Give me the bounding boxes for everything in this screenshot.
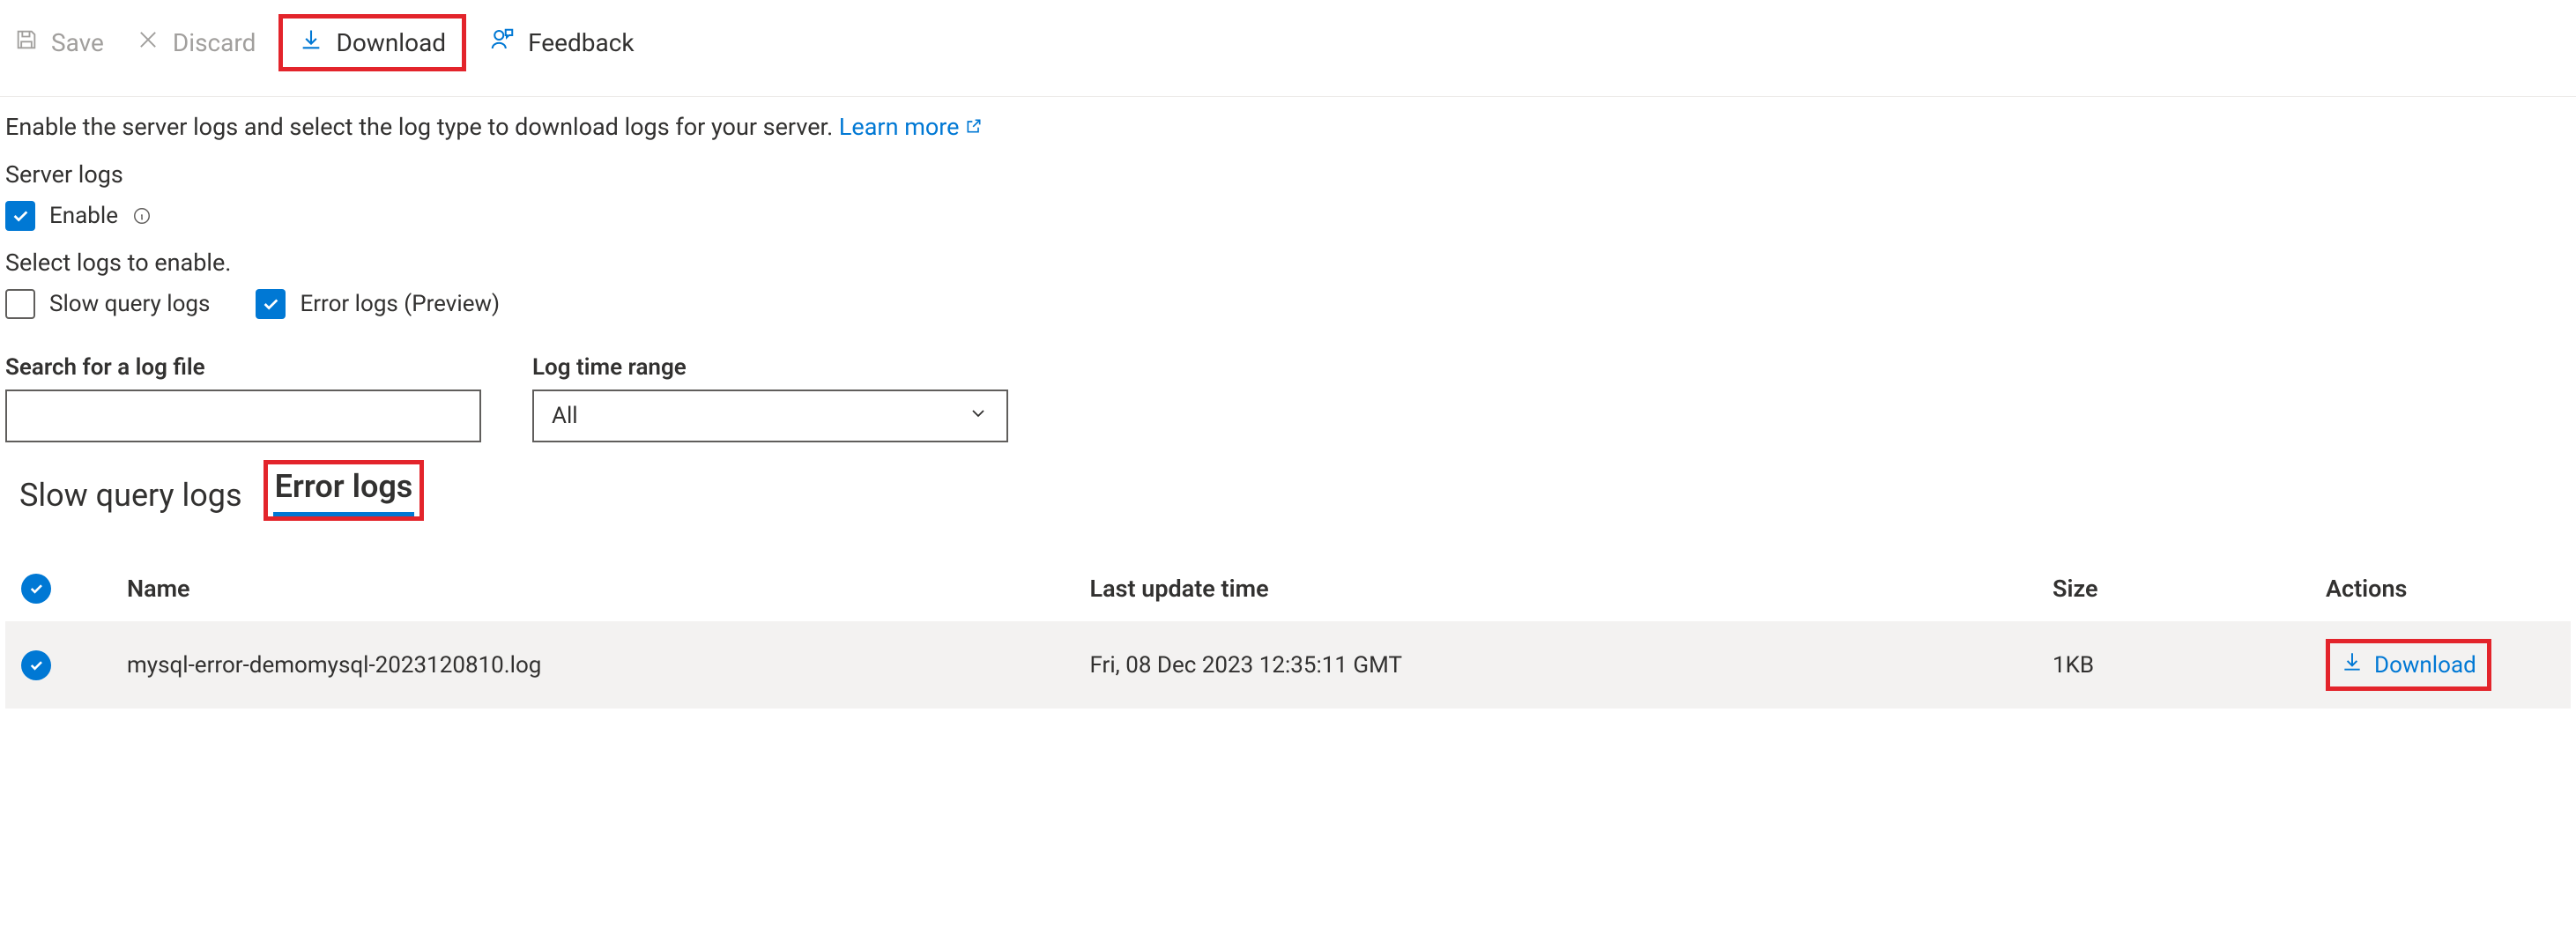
time-range-label: Log time range	[532, 354, 1008, 381]
intro-text-row: Enable the server logs and select the lo…	[5, 113, 2571, 141]
learn-more-link[interactable]: Learn more	[839, 113, 983, 141]
tab-error-highlight: Error logs	[264, 460, 425, 521]
download-icon	[299, 27, 323, 58]
select-all-indicator[interactable]	[21, 574, 51, 604]
intro-text: Enable the server logs and select the lo…	[5, 113, 839, 141]
enable-checkbox[interactable]	[5, 201, 35, 231]
discard-button: Discard	[127, 22, 265, 63]
save-label: Save	[51, 28, 104, 57]
row-last-update: Fri, 08 Dec 2023 12:35:11 GMT	[1090, 652, 2045, 679]
header-last-update: Last update time	[1090, 575, 2045, 603]
row-select-indicator[interactable]	[21, 650, 51, 680]
feedback-button[interactable]: Feedback	[480, 21, 642, 64]
download-button[interactable]: Download	[278, 14, 466, 71]
log-type-row: Slow query logs Error logs (Preview)	[5, 289, 2571, 319]
slow-query-checkbox[interactable]	[5, 289, 35, 319]
header-select	[21, 574, 118, 604]
tabs: Slow query logs Error logs	[18, 465, 2571, 521]
enable-label: Enable	[49, 203, 118, 229]
save-icon	[14, 27, 39, 58]
save-button: Save	[5, 22, 113, 63]
content: Enable the server logs and select the lo…	[0, 97, 2576, 709]
table-header-row: Name Last update time Size Actions	[5, 556, 2571, 621]
filter-row: Search for a log file Log time range All	[5, 354, 2571, 442]
tab-error-logs[interactable]: Error logs	[273, 468, 415, 516]
header-size: Size	[2053, 575, 2317, 603]
discard-label: Discard	[173, 28, 256, 57]
feedback-icon	[489, 26, 516, 59]
table-row: mysql-error-demomysql-2023120810.log Fri…	[5, 621, 2571, 709]
enable-row: Enable	[5, 201, 2571, 231]
toolbar: Save Discard Download Feedback	[0, 0, 2576, 97]
row-actions: Download	[2326, 639, 2555, 691]
row-name: mysql-error-demomysql-2023120810.log	[127, 652, 1081, 679]
info-icon[interactable]	[132, 206, 152, 226]
feedback-label: Feedback	[528, 28, 634, 57]
chevron-down-icon	[968, 403, 989, 430]
tab-slow-query[interactable]: Slow query logs	[18, 477, 244, 521]
search-label: Search for a log file	[5, 354, 481, 381]
download-icon	[2341, 650, 2364, 679]
log-table: Name Last update time Size Actions mysql…	[5, 556, 2571, 709]
download-label: Download	[336, 28, 446, 57]
row-size: 1KB	[2053, 652, 2317, 679]
select-logs-label: Select logs to enable.	[5, 249, 2571, 277]
row-download-label: Download	[2374, 652, 2476, 679]
time-range-value: All	[552, 403, 578, 429]
error-logs-checkbox[interactable]	[256, 289, 286, 319]
error-logs-label: Error logs (Preview)	[300, 291, 500, 317]
row-select	[21, 650, 118, 680]
close-icon	[136, 27, 160, 58]
slow-query-label: Slow query logs	[49, 291, 210, 317]
header-actions: Actions	[2326, 575, 2555, 603]
external-link-icon	[965, 113, 983, 141]
row-download-button[interactable]: Download	[2326, 639, 2491, 691]
server-logs-label: Server logs	[5, 160, 2571, 189]
header-name: Name	[127, 575, 1081, 603]
time-range-select[interactable]: All	[532, 390, 1008, 442]
search-input[interactable]	[5, 390, 481, 442]
